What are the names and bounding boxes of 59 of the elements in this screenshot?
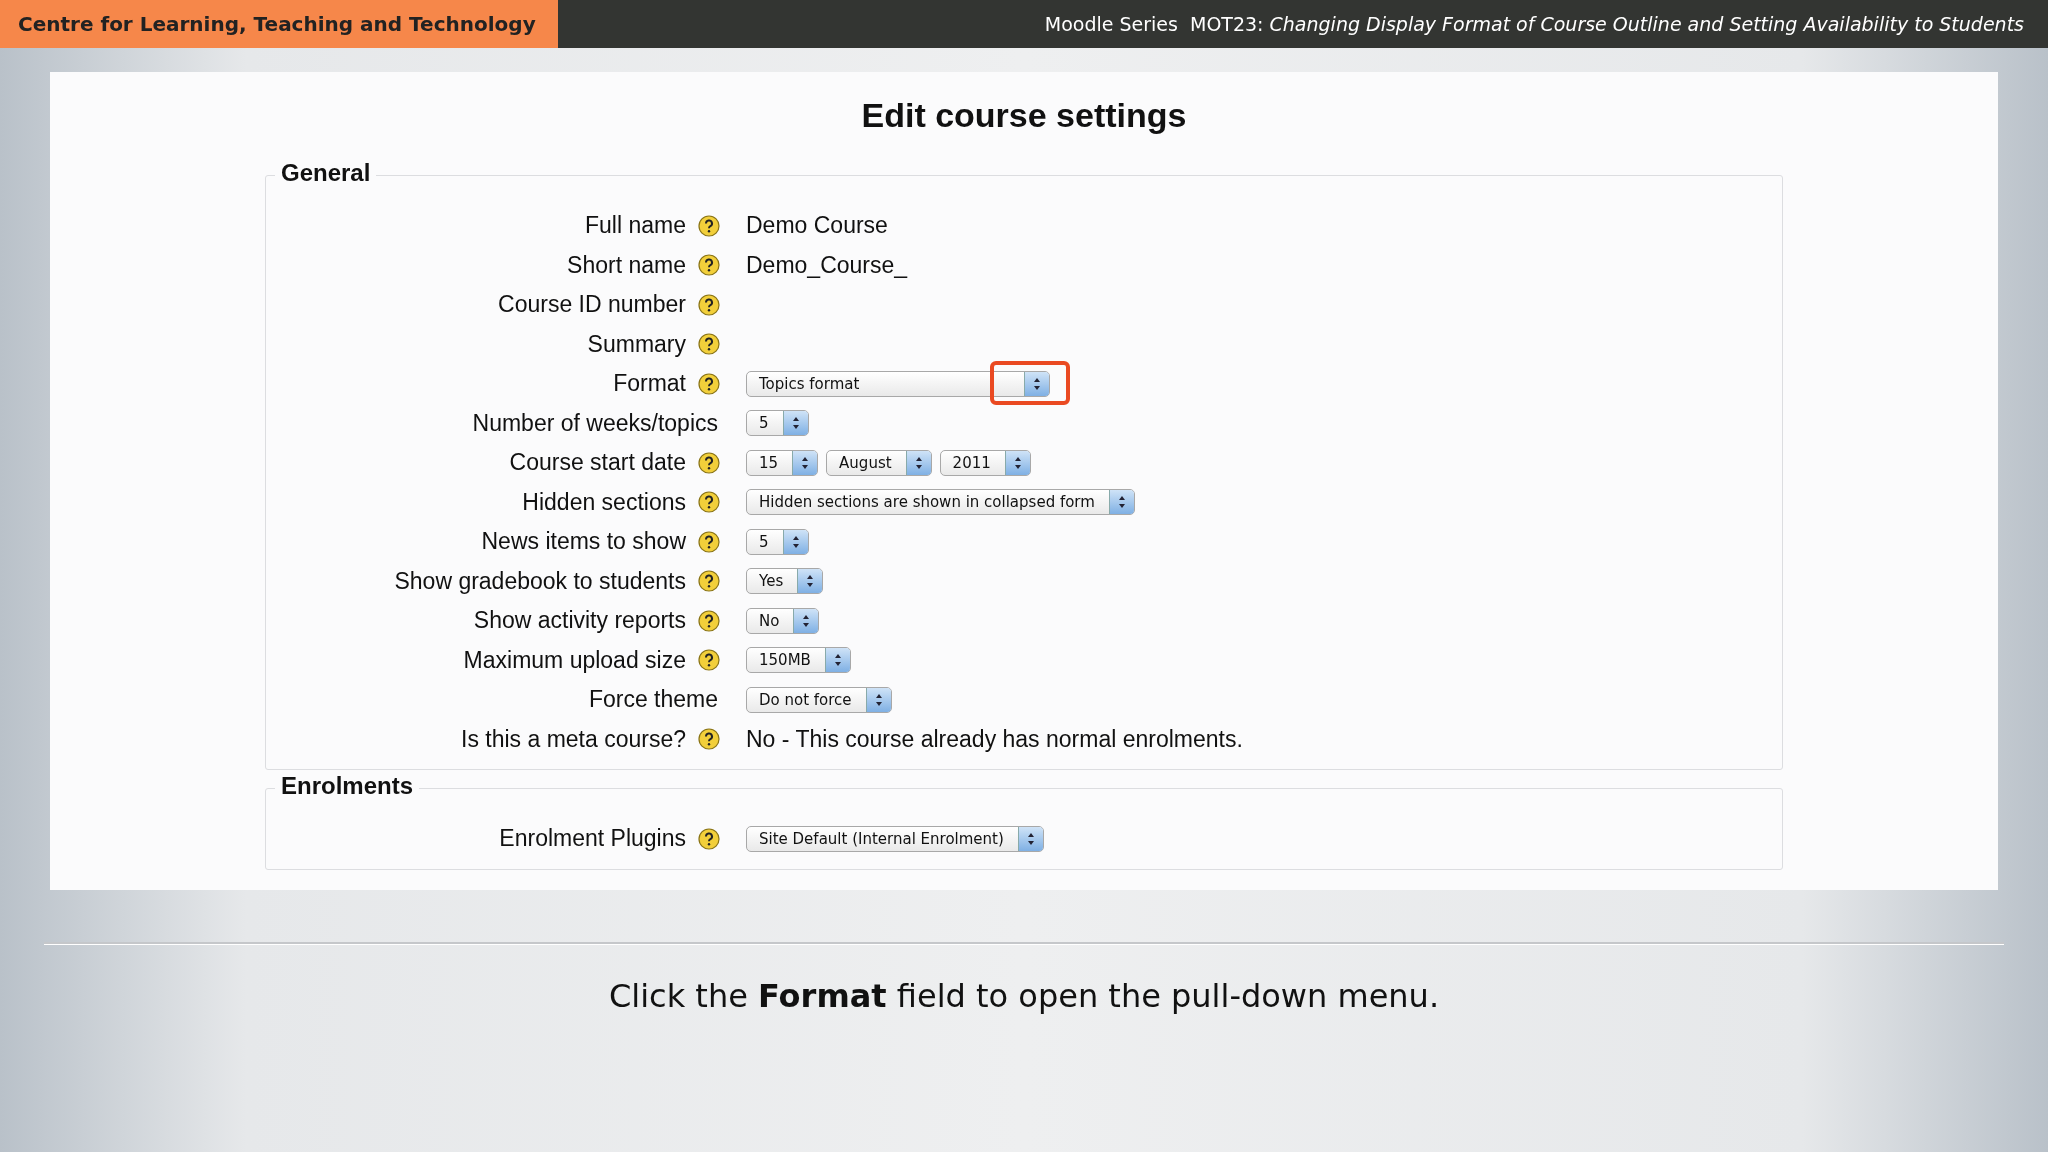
updown-arrow-icon xyxy=(791,416,800,431)
field-label: Format xyxy=(613,370,686,398)
help-icon[interactable] xyxy=(698,293,720,316)
field-label: Summary xyxy=(587,330,686,358)
help-icon[interactable] xyxy=(698,214,720,237)
dropdown-select[interactable]: 5 xyxy=(746,410,809,437)
dropdown-select[interactable]: Site Default (Internal Enrolment) xyxy=(746,825,1044,852)
field-label: Show gradebook to students xyxy=(394,567,686,595)
dropdown-select[interactable]: Hidden sections are shown in collapsed form xyxy=(746,489,1135,516)
help-icon[interactable] xyxy=(698,372,720,395)
series-title: Moodle Series MOT23: Changing Display Format of Course Outline and Setting Availability to Students xyxy=(1044,12,2025,37)
updown-arrow-icon xyxy=(914,455,923,470)
help-icon[interactable] xyxy=(698,827,720,850)
help-icon[interactable] xyxy=(698,333,720,356)
updown-arrow-icon xyxy=(1117,495,1126,510)
dropdown-select[interactable]: Do not force xyxy=(746,686,892,713)
dropdown-select[interactable]: 15 xyxy=(746,449,819,476)
field-label: Course start date xyxy=(509,449,686,477)
help-icon[interactable] xyxy=(698,609,720,632)
organization-banner: Centre for Learning, Teaching and Technology xyxy=(0,0,558,48)
field-value: Demo Course xyxy=(746,212,888,240)
updown-arrow-icon xyxy=(1033,376,1041,391)
help-icon[interactable] xyxy=(698,491,720,514)
field-value: Demo_Course_ xyxy=(746,251,908,279)
help-icon[interactable] xyxy=(698,451,720,474)
updown-arrow-icon xyxy=(874,692,883,707)
updown-arrow-icon xyxy=(833,653,842,668)
field-label: Course ID number xyxy=(498,291,686,319)
updown-arrow-icon xyxy=(1026,831,1035,846)
dropdown-select[interactable]: 5 xyxy=(746,528,809,555)
field-label: Is this a meta course? xyxy=(461,725,686,753)
field-label: Force theme xyxy=(588,686,718,714)
dropdown-select[interactable]: No xyxy=(746,607,820,634)
help-icon[interactable] xyxy=(698,570,720,593)
field-value: No - This course already has normal enrolments. xyxy=(746,725,1243,753)
help-icon[interactable] xyxy=(698,649,720,672)
updown-arrow-icon xyxy=(802,613,811,628)
field-label: Maximum upload size xyxy=(463,646,686,674)
field-label: Short name xyxy=(567,251,686,279)
field-label: Hidden sections xyxy=(522,488,686,516)
dropdown-select[interactable]: August xyxy=(826,449,932,476)
field-label: Enrolment Plugins xyxy=(499,825,686,853)
caption: Click the Format field to open the pull-down menu. xyxy=(607,977,1441,1015)
help-icon[interactable] xyxy=(698,530,720,553)
dropdown-select[interactable]: Yes xyxy=(746,568,824,595)
help-icon[interactable] xyxy=(698,254,720,277)
dropdown-select[interactable]: Topics format xyxy=(746,370,1050,397)
dropdown-select[interactable]: 150MB xyxy=(746,647,851,674)
updown-arrow-icon xyxy=(806,574,815,589)
updown-arrow-icon xyxy=(1013,455,1022,470)
field-label: Full name xyxy=(585,212,686,240)
field-label: Show activity reports xyxy=(473,607,686,635)
help-icon[interactable] xyxy=(698,728,720,751)
updown-arrow-icon xyxy=(791,534,800,549)
field-label: News items to show xyxy=(481,528,686,556)
page-title: Edit course settings xyxy=(861,96,1187,135)
field-label: Number of weeks/topics xyxy=(472,409,718,437)
updown-arrow-icon xyxy=(801,455,810,470)
dropdown-select[interactable]: 2011 xyxy=(939,449,1031,476)
